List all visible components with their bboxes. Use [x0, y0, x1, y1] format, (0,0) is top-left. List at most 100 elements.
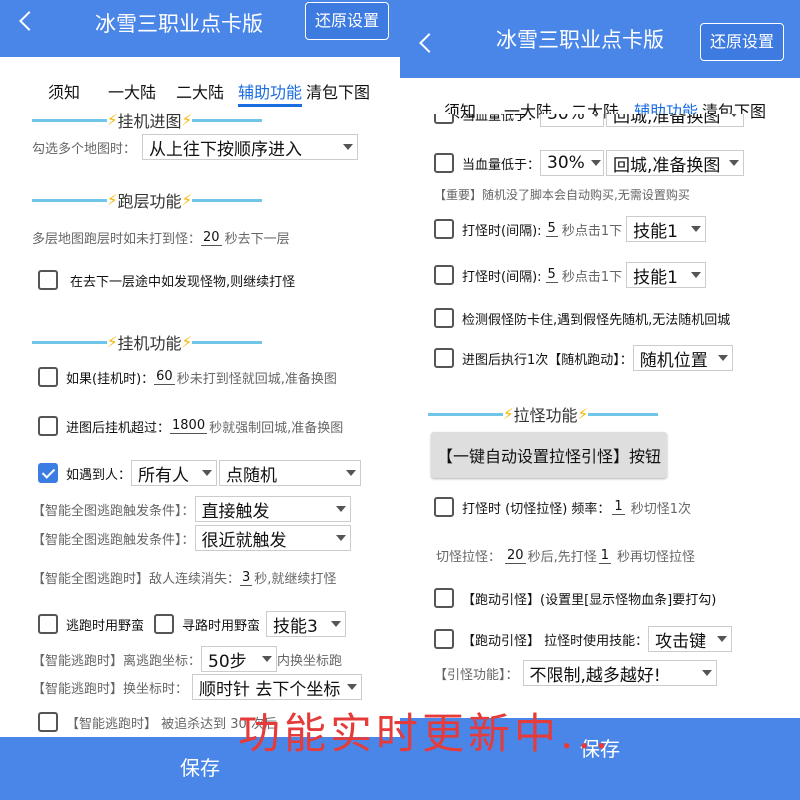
enter-hang-checkbox[interactable]: [38, 416, 58, 436]
layer-seconds-input[interactable]: 20: [201, 230, 222, 246]
cond1-select[interactable]: 直接触发: [194, 496, 351, 522]
layer-check-row: 在去下一层途中如发现怪物,则继续打怪: [38, 270, 295, 290]
hit1-skill-select[interactable]: 技能1: [626, 216, 707, 242]
hp-cut-action-select[interactable]: 回城,准备换图: [606, 114, 745, 127]
meet-action-select[interactable]: 点随机: [219, 460, 362, 486]
run-skill-select[interactable]: 攻击键: [648, 626, 733, 652]
hang-if-seconds-input[interactable]: 60: [154, 369, 175, 385]
select-value: 技能1: [633, 221, 678, 242]
multi-map-select[interactable]: 从上往下按顺序进入: [142, 134, 359, 160]
escape-seconds-input[interactable]: 3: [240, 570, 253, 586]
layer-continue-checkbox[interactable]: [38, 270, 58, 290]
hit1-seconds-input[interactable]: 5: [545, 221, 558, 237]
dropdown-caret-icon: [347, 684, 358, 690]
lightning-icon: ⚡: [181, 191, 193, 209]
dropdown-caret-icon: [717, 636, 728, 642]
dropdown-caret-icon: [343, 144, 354, 150]
random-run-select[interactable]: 随机位置: [632, 345, 733, 371]
fake-monster-label: 检测假怪防卡住,遇到假怪先随机,无法随机回城: [462, 312, 731, 328]
path-wild-checkbox[interactable]: [154, 614, 175, 634]
escape-wild-label: 逃跑时用野蛮: [66, 618, 145, 634]
section-hang: ⚡ 挂机功能 ⚡: [32, 330, 263, 354]
hit2-checkbox[interactable]: [434, 265, 454, 285]
hit1-checkbox[interactable]: [434, 219, 454, 239]
cut-seconds-input[interactable]: 20: [505, 548, 526, 564]
switch-select[interactable]: 顺时针 去下个坐标: [192, 674, 363, 700]
path-wild-label: 寻路时用野蛮: [182, 618, 261, 634]
freq-seconds-input[interactable]: 1: [612, 499, 625, 515]
enter-hang-tail: 秒就强制回城,准备换图: [209, 420, 344, 436]
dropdown-caret-icon: [331, 621, 342, 627]
hit1-row: 打怪时(间隔): 5 秒点击1下 技能1: [434, 216, 707, 242]
tab-assist[interactable]: 辅助功能: [238, 79, 303, 107]
divider: [192, 340, 263, 344]
notice-row: 【重要】随机没了脚本会自动购买,无需设置购买: [434, 186, 690, 203]
notice-text: 【重要】随机没了脚本会自动购买,无需设置购买: [434, 188, 690, 202]
hp-checkbox[interactable]: [434, 153, 454, 173]
hp-cut-value-select[interactable]: 30%: [540, 114, 605, 127]
enter-hang-row: 进图后挂机超过： 1800 秒就强制回城,准备换图: [38, 416, 343, 436]
cond2-select[interactable]: 很近就触发: [194, 525, 351, 551]
layer-label: 多层地图跑层时如未打到怪：: [32, 232, 202, 247]
dropdown-caret-icon: [335, 535, 346, 541]
hp-cut-checkbox[interactable]: [434, 114, 454, 124]
update-overlay-text: 功能实时更新中...: [238, 709, 613, 758]
cut-hit-input[interactable]: 1: [598, 548, 611, 564]
freq-checkbox[interactable]: [434, 497, 454, 517]
hit2-skill-select[interactable]: 技能1: [626, 262, 707, 288]
hp-label: 当血量低于：: [462, 157, 541, 173]
lure-row: 【引怪功能】： 不限制,越多越好!: [434, 660, 717, 686]
tab-clear-bag[interactable]: 清包下图: [306, 79, 370, 103]
random-run-checkbox[interactable]: [434, 348, 454, 368]
hp-row: 当血量低于： 30% 回城,准备换图: [434, 150, 745, 176]
app-header: 冰雪三职业点卡版 还原设置: [0, 0, 400, 57]
lure-label: 【引怪功能】：: [434, 667, 519, 683]
fake-monster-checkbox[interactable]: [434, 308, 454, 328]
app-title: 冰雪三职业点卡版: [496, 28, 664, 52]
hang-if-label: 如果(挂机时)：: [66, 371, 155, 387]
cond1-row: 【智能全图逃跑触发条件】： 直接触发: [32, 496, 351, 522]
left-phone-screen: 冰雪三职业点卡版 还原设置 须知 一大陆 二大陆 辅助功能 清包下图 ⚡ 挂机进图…: [0, 0, 400, 800]
hit2-tail: 秒点击1下: [561, 269, 623, 285]
hit2-seconds-input[interactable]: 5: [545, 267, 558, 283]
random-run-label: 进图后执行1次【随机跑动】：: [462, 352, 633, 368]
dropdown-caret-icon: [335, 506, 346, 512]
cond2-label: 【智能全图逃跑触发条件】：: [32, 532, 195, 548]
hp-action-select[interactable]: 回城,准备换图: [606, 150, 745, 176]
hang-if-checkbox[interactable]: [38, 367, 58, 387]
select-value: 顺时针 去下个坐标: [199, 679, 341, 700]
lure-select[interactable]: 不限制,越多越好!: [522, 660, 717, 686]
skill-select[interactable]: 技能3: [266, 611, 347, 637]
meet-person-checkbox[interactable]: [38, 463, 58, 483]
reset-settings-button[interactable]: 还原设置: [305, 2, 389, 40]
dropdown-caret-icon: [202, 470, 213, 476]
coord-select[interactable]: 50步: [201, 646, 278, 672]
hit2-row: 打怪时(间隔): 5 秒点击1下 技能1: [434, 262, 707, 288]
reset-settings-button[interactable]: 还原设置: [700, 23, 784, 61]
cond2-row: 【智能全图逃跑触发条件】： 很近就触发: [32, 525, 351, 551]
tab-continent-2[interactable]: 二大陆: [176, 79, 224, 103]
random-run-row: 进图后执行1次【随机跑动】： 随机位置: [434, 345, 733, 371]
meet-target-select[interactable]: 所有人: [131, 460, 218, 486]
run-pull-checkbox[interactable]: [434, 588, 454, 608]
cut-label-tail: 秒再切怪拉怪: [616, 550, 695, 565]
escape-label: 【智能全图逃跑时】敌人连续消失：: [32, 572, 241, 587]
tab-bar: 须知 一大陆 二大陆 辅助功能 清包下图: [400, 78, 800, 126]
lightning-icon: ⚡: [577, 405, 589, 423]
chase-checkbox[interactable]: [38, 712, 58, 732]
escape-wild-checkbox[interactable]: [38, 614, 58, 634]
tab-notice[interactable]: 须知: [48, 79, 80, 103]
coord-label: 【智能逃跑时】离逃跑坐标：: [32, 653, 202, 669]
layer-check-label: 在去下一层途中如发现怪物,则继续打怪: [70, 274, 296, 290]
hang-if-row: 如果(挂机时)： 60 秒未打到怪就回城,准备换图: [38, 367, 337, 387]
save-button[interactable]: 保存: [180, 756, 220, 780]
run-skill-checkbox[interactable]: [434, 629, 454, 649]
divider: [428, 412, 503, 416]
auto-pull-button[interactable]: 【一键自动设置拉怪引怪】按钮: [431, 432, 667, 478]
back-arrow-icon[interactable]: [19, 11, 39, 31]
enter-hang-seconds-input[interactable]: 1800: [170, 418, 208, 434]
hp-value-select[interactable]: 30%: [540, 150, 605, 176]
tab-continent-1[interactable]: 一大陆: [108, 79, 156, 103]
back-arrow-icon[interactable]: [419, 33, 439, 53]
section-pull: ⚡ 拉怪功能 ⚡: [428, 402, 659, 426]
